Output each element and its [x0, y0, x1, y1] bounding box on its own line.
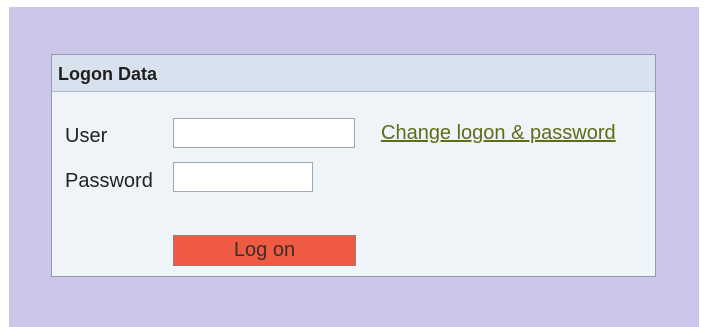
panel-title: Logon Data [58, 64, 157, 84]
password-label: Password [65, 170, 153, 192]
logon-panel: Logon Data User Password Change logon & … [51, 54, 656, 277]
panel-header: Logon Data [52, 55, 655, 92]
password-input[interactable] [173, 162, 313, 192]
user-input[interactable] [173, 118, 355, 148]
page-background: Logon Data User Password Change logon & … [9, 7, 699, 327]
logon-button[interactable]: Log on [173, 235, 356, 266]
user-label: User [65, 125, 108, 147]
change-logon-password-link[interactable]: Change logon & password [381, 121, 616, 145]
